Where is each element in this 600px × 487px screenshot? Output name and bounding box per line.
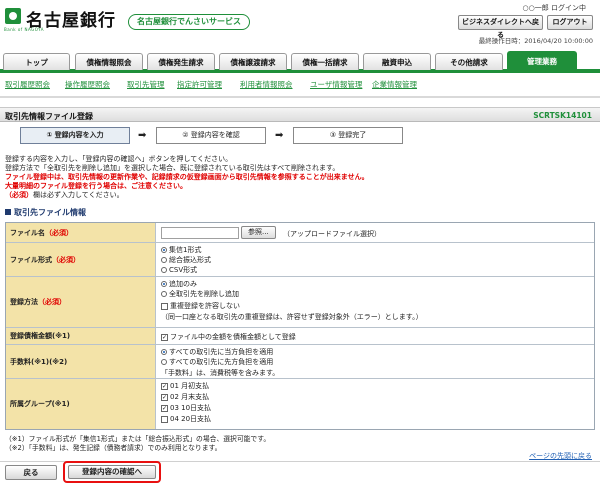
checkbox-icon[interactable] [161, 302, 168, 310]
label-group: 所属グループ(※1) [6, 379, 156, 429]
tab-credit-transfer[interactable]: 債権譲渡請求 [219, 53, 287, 70]
subnav-user-management[interactable]: ユーザ情報管理 [310, 79, 362, 90]
warning-line-2: 大量明細のファイル登録を行う場合は、ご注意ください。 [5, 182, 187, 190]
label-registration-amount: 登録債権金額(※1) [6, 328, 156, 344]
radio-icon[interactable] [161, 291, 167, 297]
checkbox-no-duplicate[interactable]: 重複登録を許容しない [161, 301, 240, 311]
service-name: 名古屋銀行でんさいサービス [128, 14, 250, 30]
page-title-bar: 取引先情報ファイル登録 SCRTSK14101 [0, 107, 600, 122]
checkbox-group-01[interactable]: 01 月初支払 [161, 381, 209, 391]
radio-fee-partner[interactable]: すべての取引先に先方負担を適用 [161, 357, 273, 367]
screen-code: SCRTSK14101 [533, 111, 592, 120]
confirm-button-highlight: 登録内容の確認へ [63, 461, 161, 483]
radio-format-sogo[interactable]: 総合振込形式 [161, 255, 211, 265]
step-2-confirm: ② 登録内容を確認 [156, 127, 266, 144]
required-note-text: 欄は必ず入力してください。 [33, 191, 124, 199]
checkbox-icon[interactable] [161, 415, 168, 423]
confirm-button[interactable]: 登録内容の確認へ [68, 465, 156, 479]
tab-top[interactable]: トップ [3, 53, 70, 70]
subnav-company-management[interactable]: 企業情報管理 [372, 79, 417, 90]
radio-fee-self[interactable]: すべての取引先に当方負担を適用 [161, 347, 273, 357]
radio-add-only[interactable]: 追加のみ [161, 279, 197, 289]
login-user: ○○一郎 ログイン中 [522, 4, 586, 12]
warning-line-1: ファイル登録中は、取引先情報の更新作業や、記録請求の仮登録画面から取引先情報を参… [5, 173, 369, 181]
step-arrow-icon: ➡ [138, 130, 147, 141]
row-file-name: ファイル名 （必須） 参照... （アップロードファイル選択） [6, 223, 594, 243]
checkbox-group-03[interactable]: 03 10日支払 [161, 403, 211, 413]
browse-button[interactable]: 参照... [241, 226, 276, 239]
subnav-partner-management[interactable]: 取引先管理 [127, 79, 165, 90]
form-table: ファイル名 （必須） 参照... （アップロードファイル選択） ファイル形式 （必須… [5, 222, 595, 430]
row-fee: 手数料(※1)(※2) すべての取引先に当方負担を適用 すべての取引先に先方負担… [6, 345, 594, 379]
checkbox-checked-icon[interactable] [161, 404, 168, 412]
label-fee: 手数料(※1)(※2) [6, 345, 156, 378]
last-operation-time: 最終操作日時：2016/04/20 10:00:00 [478, 37, 593, 45]
tab-bulk-request[interactable]: 債権一括請求 [291, 53, 359, 70]
label-registration-method: 登録方法 （必須） [6, 277, 156, 327]
fee-note: 「手数料」は、消費税等を含みます。 [161, 369, 280, 377]
radio-selected-icon[interactable] [161, 349, 167, 355]
main-tabs: トップ 債権情報照会 債権発生請求 債権譲渡請求 債権一括請求 融資申込 その他… [0, 50, 600, 73]
subnav-operation-history[interactable]: 操作履歴照会 [65, 79, 110, 90]
step-3-complete: ③ 登録完了 [293, 127, 403, 144]
radio-icon[interactable] [161, 359, 167, 365]
row-registration-method: 登録方法 （必須） 追加のみ 全取引先を削除し追加 重複登録を許容しない （同一口… [6, 277, 594, 328]
section-square-icon [5, 209, 11, 215]
step-arrow-icon: ➡ [275, 130, 284, 141]
logout-button[interactable]: ログアウト [547, 15, 593, 30]
file-path-input[interactable] [161, 227, 239, 239]
instruction-line-1: 登録する内容を入力し、「登録内容の確認へ」ボタンを押してください。 [5, 155, 233, 163]
sub-navigation: 取引履歴照会 操作履歴照会 取引先管理 指定許可管理 利用者情報照会 ユーザ情報… [0, 77, 600, 91]
radio-icon[interactable] [161, 267, 167, 273]
radio-selected-icon[interactable] [161, 247, 167, 253]
step-1-input: ① 登録内容を入力 [20, 127, 130, 144]
radio-delete-and-add[interactable]: 全取引先を削除し追加 [161, 289, 239, 299]
upload-hint: （アップロードファイル選択） [283, 230, 381, 238]
instruction-line-2: 登録方法で「全取引先を削除し追加」を選択した場合、既に登録されている取引先はすべ… [5, 164, 340, 172]
checkbox-checked-icon[interactable] [161, 382, 168, 390]
radio-format-csv[interactable]: CSV形式 [161, 265, 197, 275]
back-button[interactable]: 戻る [5, 465, 57, 480]
required-note: （必須）欄は必ず入力してください。 [5, 191, 124, 200]
radio-icon[interactable] [161, 257, 167, 263]
section-title-text: 取引先ファイル情報 [14, 208, 86, 217]
checkbox-checked-icon[interactable] [161, 333, 168, 341]
label-file-name: ファイル名 （必須） [6, 223, 156, 242]
footnote-2: （※2）「手数料」は、発生記録（債務者請求）でのみ利用となります。 [5, 444, 222, 452]
checkbox-file-amount[interactable]: ファイル中の金額を債権金額として登録 [161, 332, 296, 342]
radio-format-shushin[interactable]: 集信1形式 [161, 245, 201, 255]
checkbox-group-04[interactable]: 04 20日支払 [161, 414, 211, 424]
row-registration-amount: 登録債権金額(※1) ファイル中の金額を債権金額として登録 [6, 328, 594, 345]
row-group: 所属グループ(※1) 01 月初支払 02 月末支払 03 10日支払 04 2… [6, 379, 594, 429]
duplicate-note: （同一口座となる取引先の重複登録は、許容せず登録対象外（エラー）とします。） [161, 313, 423, 321]
page-top-link[interactable]: ページの先頭に戻る [529, 451, 592, 461]
required-mark: （必須） [5, 191, 33, 199]
tab-other-request[interactable]: その他請求 [435, 53, 503, 70]
section-title: 取引先ファイル情報 [5, 207, 86, 218]
tab-loan[interactable]: 融資申込 [363, 53, 431, 70]
subnav-user-info[interactable]: 利用者情報照会 [240, 79, 293, 90]
checkbox-group-02[interactable]: 02 月末支払 [161, 392, 209, 402]
bank-name: 名古屋銀行 [26, 11, 116, 31]
divider [0, 96, 600, 98]
checkbox-checked-icon[interactable] [161, 393, 168, 401]
header: Bank of NAGOYA 名古屋銀行 名古屋銀行でんさいサービス ○○一郎 … [0, 0, 600, 50]
subnav-permission-management[interactable]: 指定許可管理 [177, 79, 222, 90]
label-file-format: ファイル形式 （必須） [6, 243, 156, 276]
bank-logo-icon [5, 8, 21, 24]
tab-admin[interactable]: 管理業務 [507, 51, 577, 70]
radio-selected-icon[interactable] [161, 281, 167, 287]
page-title: 取引先情報ファイル登録 [5, 112, 93, 121]
row-file-format: ファイル形式 （必須） 集信1形式 総合振込形式 CSV形式 [6, 243, 594, 277]
tab-credit-issue[interactable]: 債権発生請求 [147, 53, 215, 70]
subnav-transaction-history[interactable]: 取引履歴照会 [5, 79, 50, 90]
business-direct-button[interactable]: ビジネスダイレクトへ戻る [458, 15, 543, 39]
tab-credit-inquiry[interactable]: 債権情報照会 [75, 53, 143, 70]
